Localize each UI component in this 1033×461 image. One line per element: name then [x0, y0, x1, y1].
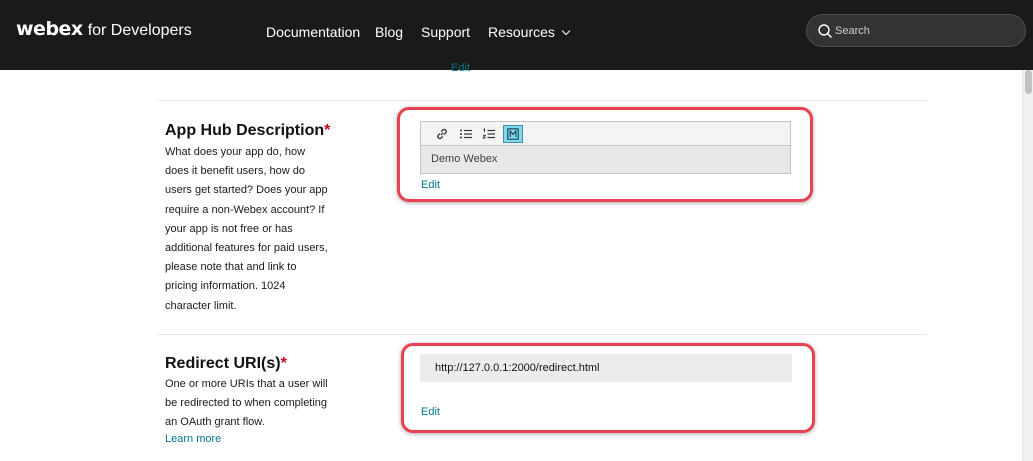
help-line: pricing information. 1024: [165, 280, 286, 293]
help-line: please note that and link to: [165, 261, 297, 274]
help-line: users get started? Does your app: [165, 184, 328, 197]
learn-more-link[interactable]: Learn more: [165, 433, 221, 445]
help-line: require a non-Webex account? If: [165, 203, 325, 216]
help-line: character limit.: [165, 299, 237, 312]
scrollbar-thumb[interactable]: [1025, 70, 1032, 94]
help-line: additional features for paid users,: [165, 242, 328, 255]
redirect-uri-help: One or more URIs that a user will be red…: [165, 375, 355, 433]
search-input[interactable]: [835, 22, 1015, 40]
nav-resources-label: Resources: [488, 24, 555, 40]
nav-documentation[interactable]: Documentation: [266, 24, 360, 40]
redirect-uri-title-text: Redirect URI(s): [165, 355, 281, 372]
highlight-box-app-hub: [397, 107, 813, 202]
logo-subtitle: for Developers: [87, 22, 192, 39]
search-box[interactable]: [806, 14, 1026, 47]
help-line: One or more URIs that a user will: [165, 378, 328, 390]
highlight-box-redirect-uri: [401, 343, 815, 433]
app-hub-description-title: App Hub Description*: [165, 122, 330, 140]
search-icon: [818, 24, 832, 38]
nav-blog[interactable]: Blog: [375, 24, 403, 40]
nav-resources[interactable]: Resources: [488, 24, 571, 40]
redirect-uri-title: Redirect URI(s)*: [165, 355, 287, 373]
section-divider: [158, 334, 927, 335]
section-divider: [158, 100, 927, 101]
brand-logo[interactable]: webex for Developers: [16, 18, 192, 40]
nav-support[interactable]: Support: [421, 24, 470, 40]
help-line: What does your app do, how: [165, 146, 306, 158]
top-navbar: webex for Developers Documentation Blog S…: [0, 0, 1033, 70]
previous-section-edit-link[interactable]: Edit: [451, 62, 470, 74]
help-line: be redirected to when completing: [165, 397, 328, 410]
help-line: your app is not free or has: [165, 222, 293, 235]
page-scrollbar[interactable]: [1022, 70, 1033, 461]
required-asterisk: *: [280, 355, 287, 372]
webex-logo-text: webex: [16, 18, 83, 40]
app-hub-description-help: What does your app do, how does it benef…: [165, 143, 355, 316]
help-line: does it benefit users, how do: [165, 165, 306, 178]
app-hub-title-text: App Hub Description: [165, 122, 325, 139]
help-line: an OAuth grant flow.: [165, 416, 265, 429]
chevron-down-icon: [561, 26, 571, 36]
required-asterisk: *: [324, 122, 331, 139]
